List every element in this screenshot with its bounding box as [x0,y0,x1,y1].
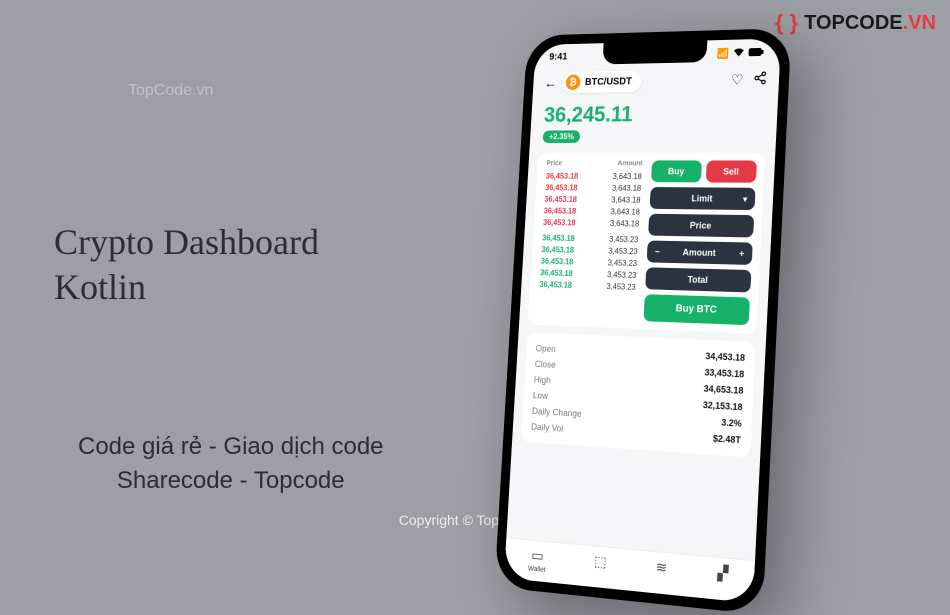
nav-wallet[interactable]: ▭ Wallet [528,546,547,574]
status-time: 9:41 [549,52,568,65]
signal-icon: 📶 [717,49,730,60]
battery-icon [748,48,764,59]
buy-btc-button[interactable]: Buy BTC [643,294,750,325]
buy-tab-button[interactable]: Buy [651,160,702,182]
subtitle-line-2: Sharecode - Topcode [78,464,384,498]
wallet-icon: ▭ [531,547,544,565]
bottom-navbar: ▭ Wallet ⬚ ≋ ▞ [504,537,755,603]
orderbook-buy-row[interactable]: 36,453.183,453.23 [537,278,638,293]
page-title: Crypto Dashboard Kotlin [54,220,319,310]
orderbook-head-price: Price [546,160,562,167]
bitcoin-icon: ₿ [565,74,580,90]
favorite-icon[interactable]: ♡ [731,71,744,88]
subtitle-line-1: Code giá rẻ - Giao dịch code [78,430,384,464]
share-icon[interactable] [753,70,768,87]
trade-panel: Price Amount 36,453.183,643.18 36,453.18… [528,152,765,333]
price-input[interactable]: Price [648,214,754,238]
title-line-1: Crypto Dashboard [54,220,319,265]
watermark-text: TopCode.vn [128,82,213,100]
logo-bracket-icon: { } [775,10,798,36]
total-input[interactable]: Total [645,267,751,292]
subtitle: Code giá rẻ - Giao dịch code Sharecode -… [78,430,384,497]
stats-panel: Open34,453.18 Close33,453.18 High34,653.… [521,332,756,457]
chart-icon: ▞ [717,564,729,583]
phone-notch [602,40,707,64]
orderbook: Price Amount 36,453.183,643.18 36,453.18… [536,160,645,321]
phone-screen: 9:41 📶 ← ₿ BTC/USDT ♡ [504,38,781,603]
trade-controls: Buy Sell Limit ▾ Price − Amount + Total … [643,160,757,325]
pair-label: BTC/USDT [585,76,632,87]
market-icon: ⬚ [594,553,607,571]
sell-tab-button[interactable]: Sell [705,160,757,182]
nav-trade[interactable]: ≋ [655,558,668,586]
current-price: 36,245.11 [543,100,764,128]
plus-icon[interactable]: + [739,248,745,258]
logo-suffix: .VN [903,12,936,34]
minus-icon[interactable]: − [655,247,661,257]
orderbook-sell-row[interactable]: 36,453.183,643.18 [543,181,643,193]
back-arrow-icon[interactable]: ← [544,75,557,91]
orderbook-sell-row[interactable]: 36,453.183,643.18 [544,170,644,182]
app-header: ← ₿ BTC/USDT ♡ [533,60,780,100]
orderbook-head-amount: Amount [618,160,643,167]
nav-market[interactable]: ⬚ [593,553,607,580]
coins-icon: ≋ [655,558,667,577]
logo-brand: TOPCODE [804,12,903,34]
price-change-badge: +2.35% [542,130,580,143]
nav-chart[interactable]: ▞ [717,564,729,592]
amount-stepper[interactable]: − Amount + [647,241,753,265]
pair-selector[interactable]: ₿ BTC/USDT [562,70,642,93]
topcode-logo: { } TOPCODE.VN [775,10,936,36]
phone-mockup: 9:41 📶 ← ₿ BTC/USDT ♡ [494,28,791,615]
wifi-icon [733,47,745,60]
chevron-down-icon: ▾ [743,194,747,203]
title-line-2: Kotlin [54,265,319,310]
price-section: 36,245.11 +2.35% [530,96,778,145]
order-type-dropdown[interactable]: Limit ▾ [650,187,756,210]
